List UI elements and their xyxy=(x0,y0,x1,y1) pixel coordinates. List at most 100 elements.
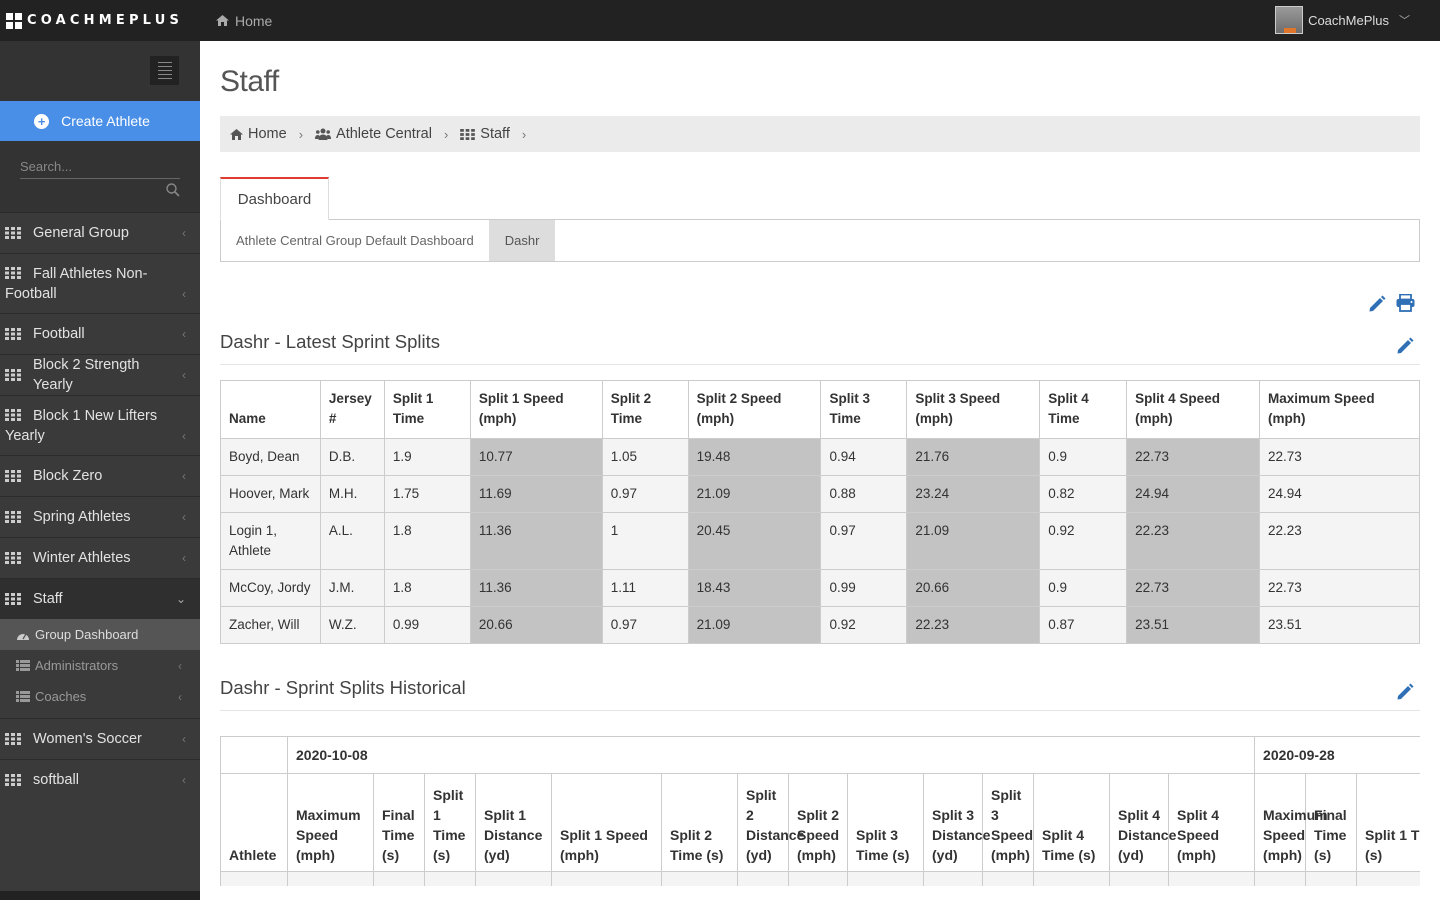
menu-toggle-button[interactable] xyxy=(150,56,179,85)
grid-icon xyxy=(5,470,21,482)
column-header[interactable]: Split 3 Speed (mph) xyxy=(906,380,1041,439)
column-header[interactable]: Split 2 Time (s) xyxy=(661,773,738,872)
search-icon[interactable] xyxy=(166,183,180,197)
column-header[interactable]: Split 3 Speed (mph) xyxy=(982,773,1034,872)
table-cell: 22.23 xyxy=(906,606,1041,644)
column-header[interactable]: Split 3 Time xyxy=(820,380,908,439)
brand-logo[interactable]: COACHMEPLUS xyxy=(0,0,200,41)
column-header[interactable]: Maximum Speed (mph) xyxy=(1254,773,1328,872)
create-athlete-button[interactable]: + Create Athlete xyxy=(0,101,200,141)
sidebar: + Create Athlete General Group ‹ Fall At… xyxy=(0,41,200,900)
column-header[interactable]: Split 4 Distance (yd) xyxy=(1109,773,1176,872)
dashboard-toolbar xyxy=(220,262,1420,324)
historical-splits-title: Dashr - Sprint Splits Historical xyxy=(220,677,466,698)
grid-icon xyxy=(5,227,21,239)
table-cell: 22.73 xyxy=(1126,438,1261,476)
breadcrumb-home[interactable]: Home xyxy=(230,126,287,142)
breadcrumb-athlete-central[interactable]: Athlete Central xyxy=(315,126,432,142)
column-header[interactable]: Split 2 Speed (mph) xyxy=(788,773,848,872)
chevron-left-icon: ‹ xyxy=(182,429,186,443)
table-cell: 24.94 xyxy=(1126,475,1261,513)
column-header[interactable]: Final Time (s) xyxy=(373,773,425,872)
subtab-default-dashboard[interactable]: Athlete Central Group Default Dashboard xyxy=(221,220,490,261)
table-cell: 21.76 xyxy=(906,438,1041,476)
sidebar-item-label: Fall Athletes Non-Football xyxy=(5,266,148,302)
sidebar-item-womens-soccer[interactable]: Women's Soccer ‹ xyxy=(0,718,200,759)
main-content: Staff Home › Athlete Central › Staff › D… xyxy=(220,41,1420,886)
column-header[interactable]: Name xyxy=(220,380,321,439)
column-header[interactable]: Split 4 Time xyxy=(1039,380,1128,439)
column-header[interactable]: Split 1 Speed (mph) xyxy=(551,773,662,872)
column-header[interactable]: Split 2 Distance (yd) xyxy=(737,773,804,872)
column-header[interactable]: Split 4 Time (s) xyxy=(1033,773,1110,872)
sidebar-item-softball[interactable]: softball ‹ xyxy=(0,759,200,800)
user-name: CoachMePlus xyxy=(1308,12,1389,28)
sidebar-item-fall-athletes[interactable]: Fall Athletes Non-Football ‹ xyxy=(0,253,200,313)
column-header[interactable]: Split 1 Time (s) xyxy=(424,773,476,872)
sidebar-item-block-zero[interactable]: Block Zero ‹ xyxy=(0,455,200,496)
column-header[interactable]: Final Time (s) xyxy=(1305,773,1358,872)
table-row: McCoy, Jordy J.M. 1.8 11.36 1.11 18.43 0… xyxy=(220,569,1420,607)
table-cell xyxy=(737,871,789,886)
sidebar-subitem-group-dashboard[interactable]: Group Dashboard xyxy=(0,619,200,650)
edit-dashboard-pencil-icon[interactable] xyxy=(1368,295,1386,313)
table-cell: 19.48 xyxy=(687,438,822,476)
table-cell: 11.36 xyxy=(469,512,603,570)
breadcrumb: Home › Athlete Central › Staff › xyxy=(220,116,1420,152)
column-header[interactable]: Maximum Speed (mph) xyxy=(287,773,374,872)
breadcrumb-label: Athlete Central xyxy=(336,126,432,142)
sidebar-item-winter-athletes[interactable]: Winter Athletes ‹ xyxy=(0,537,200,578)
sidebar-item-football[interactable]: Football ‹ xyxy=(0,313,200,354)
edit-widget-pencil-icon[interactable] xyxy=(1396,683,1414,701)
edit-widget-pencil-icon[interactable] xyxy=(1396,337,1414,355)
breadcrumb-label: Home xyxy=(248,126,287,142)
sidebar-item-block-2[interactable]: Block 2 Strength Yearly ‹ xyxy=(0,354,200,395)
top-home-link[interactable]: Home xyxy=(216,13,272,29)
table-cell xyxy=(551,871,662,886)
table-cell: W.Z. xyxy=(319,606,385,644)
date-header-row: 2020-10-08 2020-09-28 xyxy=(220,736,1420,774)
column-header[interactable]: Split 1 Time (s) xyxy=(1356,773,1420,872)
tab-dashboard[interactable]: Dashboard xyxy=(220,177,329,220)
date-header: 2020-10-08 xyxy=(286,736,1256,774)
table-header-row: Name Jersey # Split 1 Time Split 1 Speed… xyxy=(220,380,1420,439)
table-row: Login 1, Athlete A.L. 1.8 11.36 1 20.45 … xyxy=(220,512,1420,570)
column-header[interactable]: Split 4 Speed (mph) xyxy=(1167,773,1256,872)
table-cell xyxy=(475,871,552,886)
chevron-left-icon: ‹ xyxy=(182,327,186,341)
table-cell: 0.99 xyxy=(383,606,471,644)
print-icon[interactable] xyxy=(1396,294,1415,312)
column-header[interactable]: Maximum Speed (mph) xyxy=(1259,380,1420,439)
chevron-left-icon: ‹ xyxy=(178,689,182,704)
column-header[interactable]: Split 2 Time xyxy=(601,380,689,439)
breadcrumb-staff[interactable]: Staff xyxy=(460,126,510,142)
column-header[interactable]: Split 3 Time (s) xyxy=(847,773,924,872)
column-header[interactable]: Athlete xyxy=(220,773,288,872)
sidebar-item-block-1[interactable]: Block 1 New Lifters Yearly ‹ xyxy=(0,395,200,455)
sidebar-item-general-group[interactable]: General Group ‹ xyxy=(0,212,200,253)
historical-table-scroll[interactable]: 2020-10-08 2020-09-28 Athlete Maximum Sp… xyxy=(220,736,1420,886)
sidebar-subitem-coaches[interactable]: Coaches ‹ xyxy=(0,681,200,712)
table-cell: 23.51 xyxy=(1126,606,1261,644)
column-header[interactable]: Split 1 Speed (mph) xyxy=(469,380,603,439)
search-input[interactable] xyxy=(20,155,180,179)
column-header[interactable]: Split 4 Speed (mph) xyxy=(1126,380,1261,439)
sidebar-item-staff[interactable]: Staff ⌄ xyxy=(0,578,200,619)
blank-header-cell xyxy=(220,736,288,774)
list-icon xyxy=(16,660,30,671)
column-header[interactable]: Split 3 Distance (yd) xyxy=(923,773,990,872)
subtab-dashr[interactable]: Dashr xyxy=(489,220,556,261)
list-icon xyxy=(16,691,30,702)
table-cell xyxy=(847,871,924,886)
column-header[interactable]: Split 1 Distance (yd) xyxy=(475,773,552,872)
table-cell xyxy=(424,871,476,886)
sidebar-subitem-administrators[interactable]: Administrators ‹ xyxy=(0,650,200,681)
table-cell xyxy=(287,871,374,886)
breadcrumb-separator-icon: › xyxy=(443,126,449,142)
table-cell: 11.69 xyxy=(469,475,603,513)
column-header[interactable]: Split 1 Time xyxy=(383,380,471,439)
column-header[interactable]: Jersey # xyxy=(319,380,385,439)
column-header[interactable]: Split 2 Speed (mph) xyxy=(687,380,822,439)
user-menu[interactable]: CoachMePlus ﹀ xyxy=(1275,6,1410,34)
sidebar-item-spring-athletes[interactable]: Spring Athletes ‹ xyxy=(0,496,200,537)
